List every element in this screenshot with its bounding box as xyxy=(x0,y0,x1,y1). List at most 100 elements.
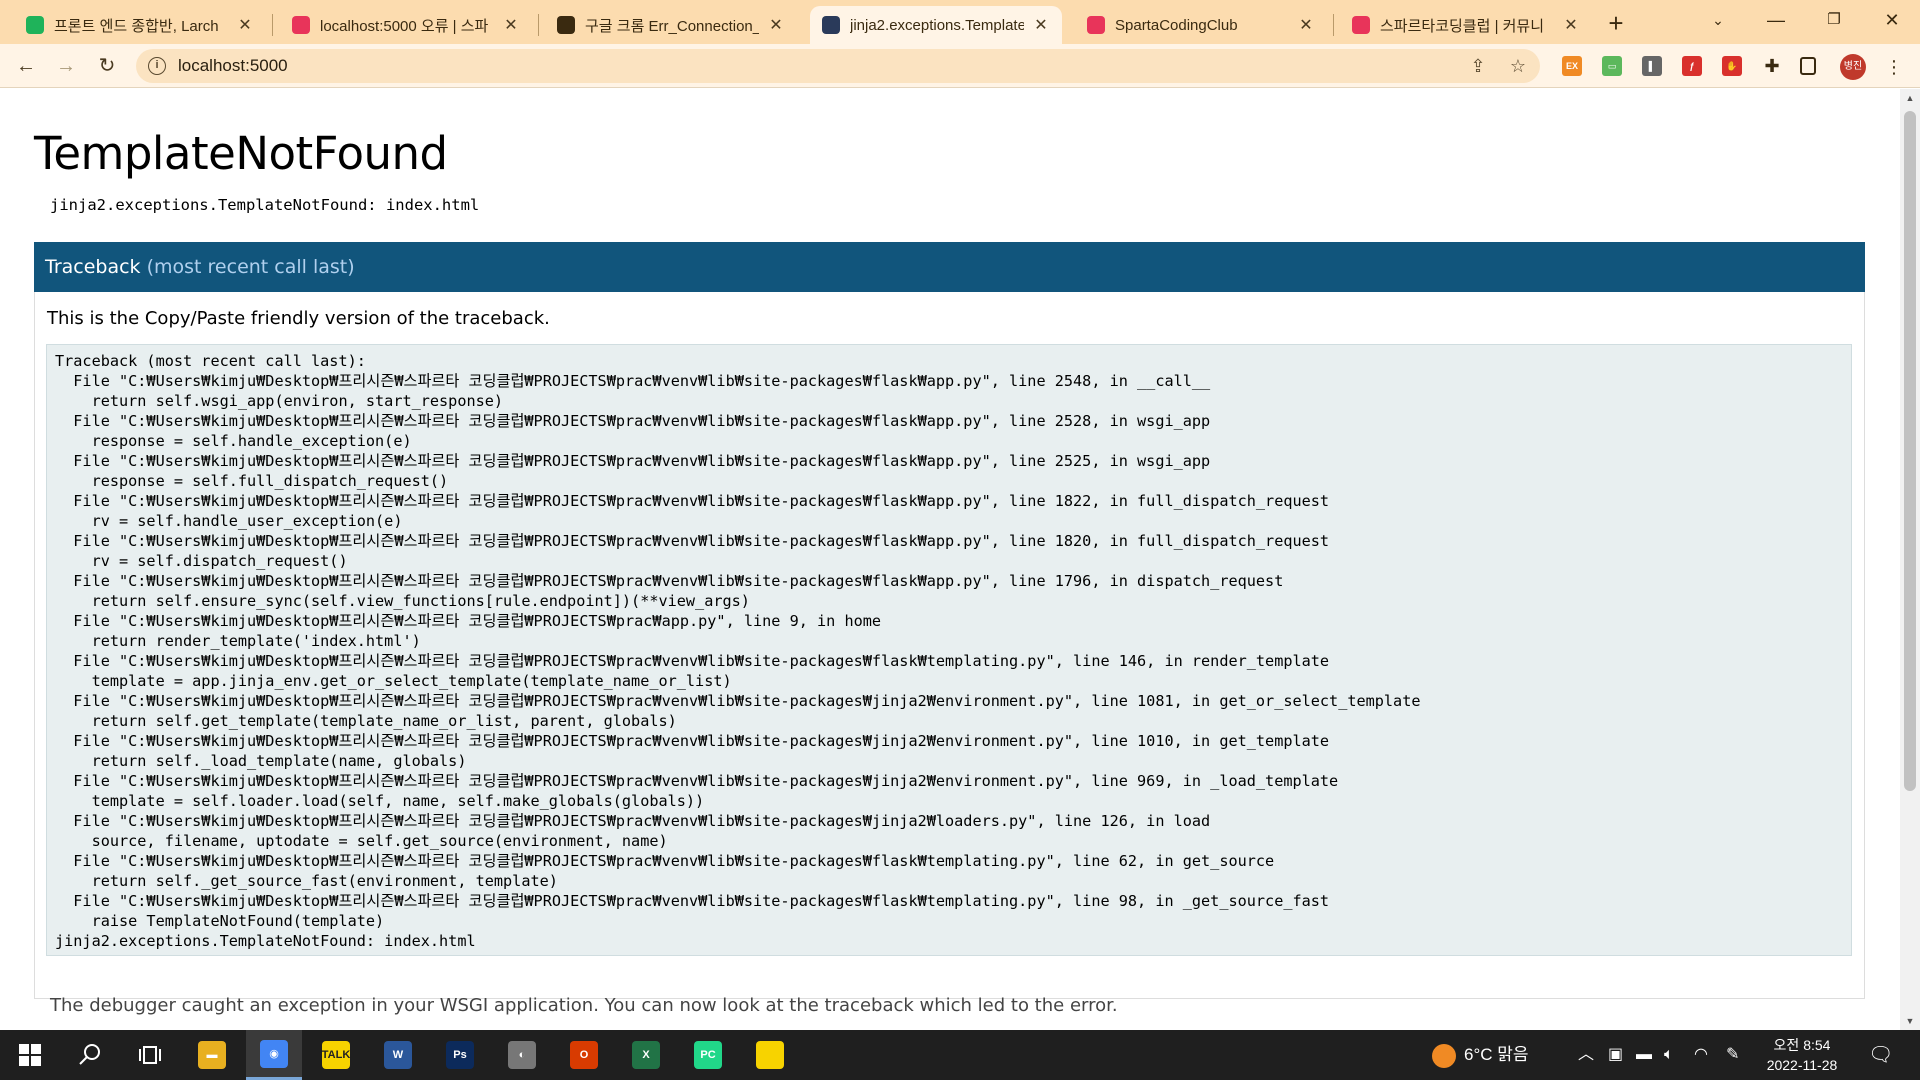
chrome-icon: ◉ xyxy=(260,1039,288,1068)
blog-icon xyxy=(26,16,44,34)
taskbar-app[interactable]: X xyxy=(618,1030,674,1080)
network-device-icon[interactable]: ▣ xyxy=(1608,1030,1623,1080)
tab-title: 구글 크롬 Err_Connection_ xyxy=(585,17,759,35)
search-icon xyxy=(79,1044,100,1065)
windows-logo-icon xyxy=(19,1044,41,1066)
browser-tab[interactable]: localhost:5000 오류 | 스파 ✕ xyxy=(280,6,532,44)
tab-separator xyxy=(538,14,539,36)
url-text[interactable]: localhost:5000 xyxy=(178,56,288,76)
profile-avatar[interactable]: 병진 xyxy=(1840,54,1866,80)
copy-paste-note: This is the Copy/Paste friendly version … xyxy=(47,308,550,329)
page-title: TemplateNotFound xyxy=(34,127,448,180)
new-tab-button[interactable]: + xyxy=(1600,8,1632,40)
page-content: TemplateNotFound jinja2.exceptions.Templ… xyxy=(0,89,1900,1030)
office-icon: O xyxy=(570,1041,598,1069)
volume-icon[interactable]: 🔈︎ xyxy=(1664,1030,1674,1080)
back-button[interactable]: ← xyxy=(12,52,40,80)
taskbar-app[interactable]: TALK xyxy=(308,1030,364,1080)
tab-strip: 프론트 엔드 종합반, Larch ✕ localhost:5000 오류 | 스파… xyxy=(0,0,1920,44)
error-message: jinja2.exceptions.TemplateNotFound: inde… xyxy=(50,196,480,214)
browser-menu-icon[interactable]: ⋮ xyxy=(1884,54,1904,80)
battery-icon[interactable]: ▬ xyxy=(1636,1030,1652,1080)
start-button[interactable] xyxy=(2,1030,58,1080)
screen-extension-icon[interactable]: ▭ xyxy=(1602,56,1622,76)
notification-icon[interactable]: 🗨︎ xyxy=(1868,1030,1893,1080)
taskbar-app[interactable]: ◐ xyxy=(494,1030,550,1080)
debugger-footer-text: The debugger caught an exception in your… xyxy=(50,995,1118,1016)
sticky-notes-icon xyxy=(756,1041,784,1069)
traceback-header-label: Traceback xyxy=(45,256,141,278)
minimize-button[interactable]: — xyxy=(1748,0,1804,40)
taskbar-app[interactable] xyxy=(742,1030,798,1080)
scroll-up-icon[interactable]: ▲ xyxy=(1900,93,1920,103)
windows-taskbar: ▬ ◉ TALK W Ps ◐ O X PC 6°C 맑음 ︿ ▣ ▬ 🔈︎ ◠ ✎ 오전 8:… xyxy=(0,1030,1920,1080)
plain-traceback-text[interactable]: Traceback (most recent call last): File … xyxy=(46,344,1852,956)
tab-title: 스파르타코딩클럽 | 커뮤니 xyxy=(1380,17,1545,35)
weather-text: 6°C 맑음 xyxy=(1464,1045,1529,1064)
photoshop-icon: Ps xyxy=(446,1041,474,1069)
bookmark-star-icon[interactable]: ☆ xyxy=(1506,54,1530,78)
kakaotalk-icon: TALK xyxy=(322,1041,350,1069)
close-tab-icon[interactable]: ✕ xyxy=(1032,15,1050,35)
taskbar-app[interactable]: ◉ xyxy=(246,1030,302,1080)
weather-widget[interactable]: 6°C 맑음 xyxy=(1432,1030,1529,1080)
page-scrollbar[interactable]: ▲ ▼ xyxy=(1900,89,1920,1030)
browser-tab[interactable]: 스파르타코딩클럽 | 커뮤니 ✕ xyxy=(1340,6,1592,44)
tab-separator xyxy=(1333,14,1334,36)
clock-date: 2022-11-28 xyxy=(1766,1057,1838,1073)
sparta-heart-icon xyxy=(292,16,310,34)
scrollbar-thumb[interactable] xyxy=(1904,111,1916,791)
browser-tab[interactable]: 프론트 엔드 종합반, Larch ✕ xyxy=(14,6,266,44)
dots-icon xyxy=(557,16,575,34)
search-button[interactable] xyxy=(62,1030,118,1080)
traceback-header-sub: (most recent call last) xyxy=(146,256,355,278)
close-tab-icon[interactable]: ✕ xyxy=(502,15,520,35)
pycharm-icon: PC xyxy=(694,1041,722,1069)
restore-button[interactable]: ❐ xyxy=(1806,0,1862,40)
taskbar-app[interactable]: PC xyxy=(680,1030,736,1080)
tab-title: SpartaCodingClub xyxy=(1115,16,1238,34)
file-explorer-icon: ▬ xyxy=(198,1041,226,1069)
sparta-heart-icon xyxy=(1352,16,1370,34)
tab-separator xyxy=(272,14,273,36)
close-window-button[interactable]: ✕ xyxy=(1864,0,1920,40)
browser-tab[interactable]: SpartaCodingClub ✕ xyxy=(1075,6,1327,44)
tab-title: localhost:5000 오류 | 스파 xyxy=(320,17,489,35)
browser-tab[interactable]: 구글 크롬 Err_Connection_ ✕ xyxy=(545,6,797,44)
wifi-icon[interactable]: ◠ xyxy=(1694,1030,1708,1080)
adblock-extension-icon[interactable]: ✋ xyxy=(1722,56,1742,76)
pen-icon[interactable]: ✎ xyxy=(1726,1030,1739,1080)
task-view-icon xyxy=(139,1046,161,1064)
close-tab-icon[interactable]: ✕ xyxy=(236,15,254,35)
site-info-icon[interactable]: i xyxy=(148,57,166,75)
tab-search-icon[interactable]: ⌄ xyxy=(1690,0,1746,40)
browser-tab[interactable]: jinja2.exceptions.Template ✕ xyxy=(810,6,1062,44)
close-tab-icon[interactable]: ✕ xyxy=(1297,15,1315,35)
scroll-down-icon[interactable]: ▼ xyxy=(1900,1016,1920,1026)
browser-toolbar: ← → ↻ i localhost:5000 ⇪ ☆ EX ▭ ▌ ƒ ✋ ✚ 병진 ⋮ xyxy=(0,44,1920,88)
game-icon: ◐ xyxy=(508,1041,536,1069)
pdf-extension-icon[interactable]: ƒ xyxy=(1682,56,1702,76)
clock-time: 오전 8:54 xyxy=(1773,1037,1831,1053)
extensions-puzzle-icon[interactable]: ✚ xyxy=(1762,56,1782,76)
forward-button[interactable]: → xyxy=(52,52,80,80)
address-bar[interactable]: i localhost:5000 ⇪ ☆ xyxy=(136,49,1540,83)
excel-icon: X xyxy=(632,1041,660,1069)
tab-title: 프론트 엔드 종합반, Larch xyxy=(54,17,219,35)
close-tab-icon[interactable]: ✕ xyxy=(767,15,785,35)
sun-icon xyxy=(1432,1043,1456,1068)
task-view-button[interactable] xyxy=(122,1030,178,1080)
ex-extension-icon[interactable]: EX xyxy=(1562,56,1582,76)
bar-extension-icon[interactable]: ▌ xyxy=(1642,56,1662,76)
taskbar-app[interactable]: W xyxy=(370,1030,426,1080)
taskbar-app[interactable]: O xyxy=(556,1030,612,1080)
reload-button[interactable]: ↻ xyxy=(93,52,121,80)
system-clock[interactable]: 오전 8:54 2022-11-28 xyxy=(1752,1035,1852,1075)
tray-overflow-icon[interactable]: ︿ xyxy=(1578,1030,1594,1080)
share-icon[interactable]: ⇪ xyxy=(1466,54,1490,78)
traceback-header[interactable]: Traceback (most recent call last) xyxy=(34,242,1865,292)
side-panel-icon[interactable] xyxy=(1800,57,1816,75)
taskbar-app[interactable]: ▬ xyxy=(184,1030,240,1080)
taskbar-app[interactable]: Ps xyxy=(432,1030,488,1080)
close-tab-icon[interactable]: ✕ xyxy=(1562,15,1580,35)
